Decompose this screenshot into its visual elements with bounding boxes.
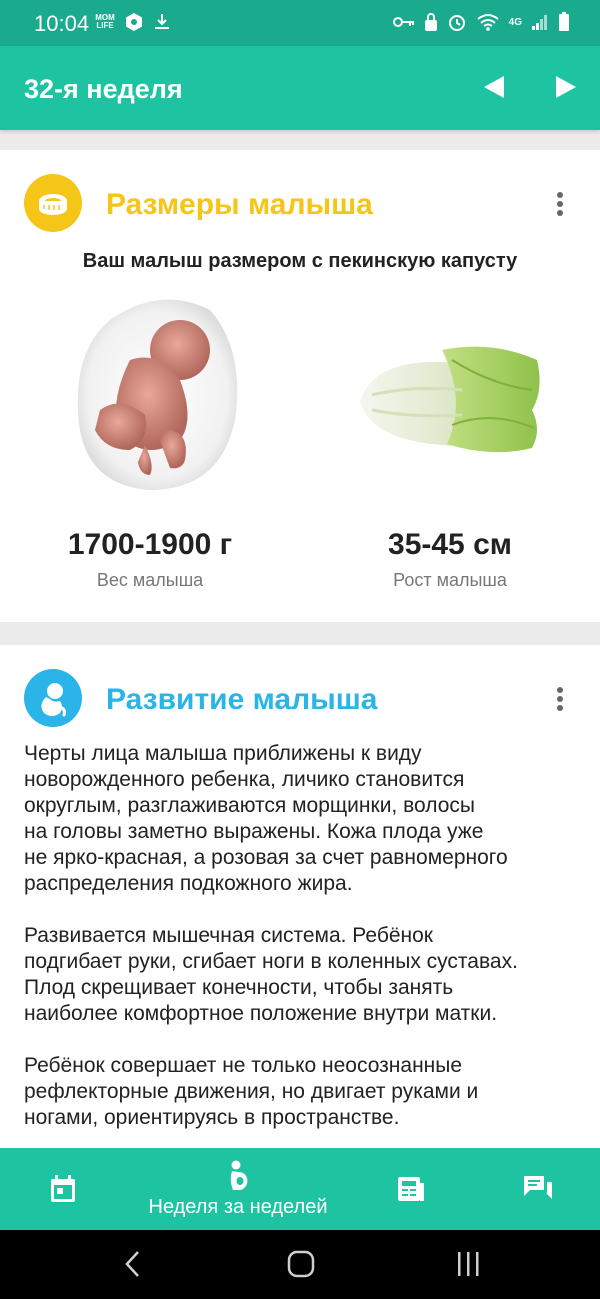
baby-size-card: Размеры малыша Ваш малыш размером с пеки… — [0, 150, 600, 622]
back-icon[interactable] — [120, 1248, 146, 1280]
baby-development-icon — [24, 669, 82, 727]
size-card-title: Размеры малыша — [106, 188, 373, 221]
bottom-navigation: Неделя за неделей — [0, 1148, 600, 1230]
lock-icon — [424, 13, 437, 31]
hexagon-notification-icon — [126, 13, 142, 31]
wifi-icon — [477, 14, 499, 31]
baby-development-card: Развитие малыша Черты лица малыша прибли… — [0, 645, 600, 1165]
size-comparison-subtitle: Ваш малыш размером с пекинскую капусту — [82, 250, 518, 272]
home-icon[interactable] — [286, 1248, 316, 1280]
height-value: 35-45 см — [388, 528, 512, 561]
download-icon — [155, 14, 169, 29]
calendar-icon — [51, 1175, 75, 1202]
battery-icon — [559, 12, 569, 31]
next-week-button[interactable] — [550, 72, 580, 102]
alarm-icon — [448, 15, 465, 31]
status-left-icons: MOM LIFE — [94, 12, 172, 32]
nav-articles[interactable] — [390, 1148, 432, 1230]
nav-chat[interactable] — [516, 1148, 560, 1230]
nav-week-by-week-label: Неделя за неделей — [148, 1195, 328, 1218]
previous-week-button[interactable] — [480, 72, 510, 102]
recent-apps-icon[interactable] — [454, 1248, 484, 1280]
app-bar: 32-я неделя — [0, 46, 600, 130]
pregnancy-icon — [230, 1160, 248, 1190]
key-icon — [392, 17, 414, 27]
momlife-notification-icon: MOM LIFE — [95, 13, 115, 30]
development-paragraph: Ребёнок совершает не только неосознанные… — [24, 1054, 479, 1129]
development-paragraph: Развивается мышечная система. Ребёнок по… — [24, 924, 518, 1025]
height-label: Рост малыша — [393, 570, 507, 590]
nav-calendar[interactable] — [40, 1148, 86, 1230]
development-text: Черты лица малыша приближены к виду ново… — [24, 741, 580, 1157]
status-bar: 10:04 MOM LIFE 4G — [0, 0, 600, 46]
status-time: 10:04 — [34, 11, 90, 36]
page-title: 32-я неделя — [24, 74, 183, 104]
network-type-label: 4G — [508, 16, 522, 28]
chat-icon — [524, 1176, 552, 1199]
development-card-more-button[interactable] — [548, 683, 572, 715]
articles-icon — [398, 1177, 424, 1201]
development-paragraph: Черты лица малыша приближены к виду ново… — [24, 742, 508, 895]
tape-measure-icon — [24, 174, 82, 232]
fetus-image — [77, 299, 238, 490]
weight-label: Вес малыша — [96, 570, 204, 590]
system-navigation-bar — [0, 1230, 600, 1299]
signal-icon — [532, 15, 547, 30]
napa-cabbage-image — [360, 346, 540, 453]
size-card-more-button[interactable] — [548, 188, 572, 220]
weight-value: 1700-1900 г — [67, 528, 233, 561]
nav-week-by-week[interactable]: Неделя за неделей — [128, 1148, 348, 1230]
development-card-title: Развитие малыша — [106, 683, 378, 716]
status-right-icons: 4G — [392, 12, 570, 32]
